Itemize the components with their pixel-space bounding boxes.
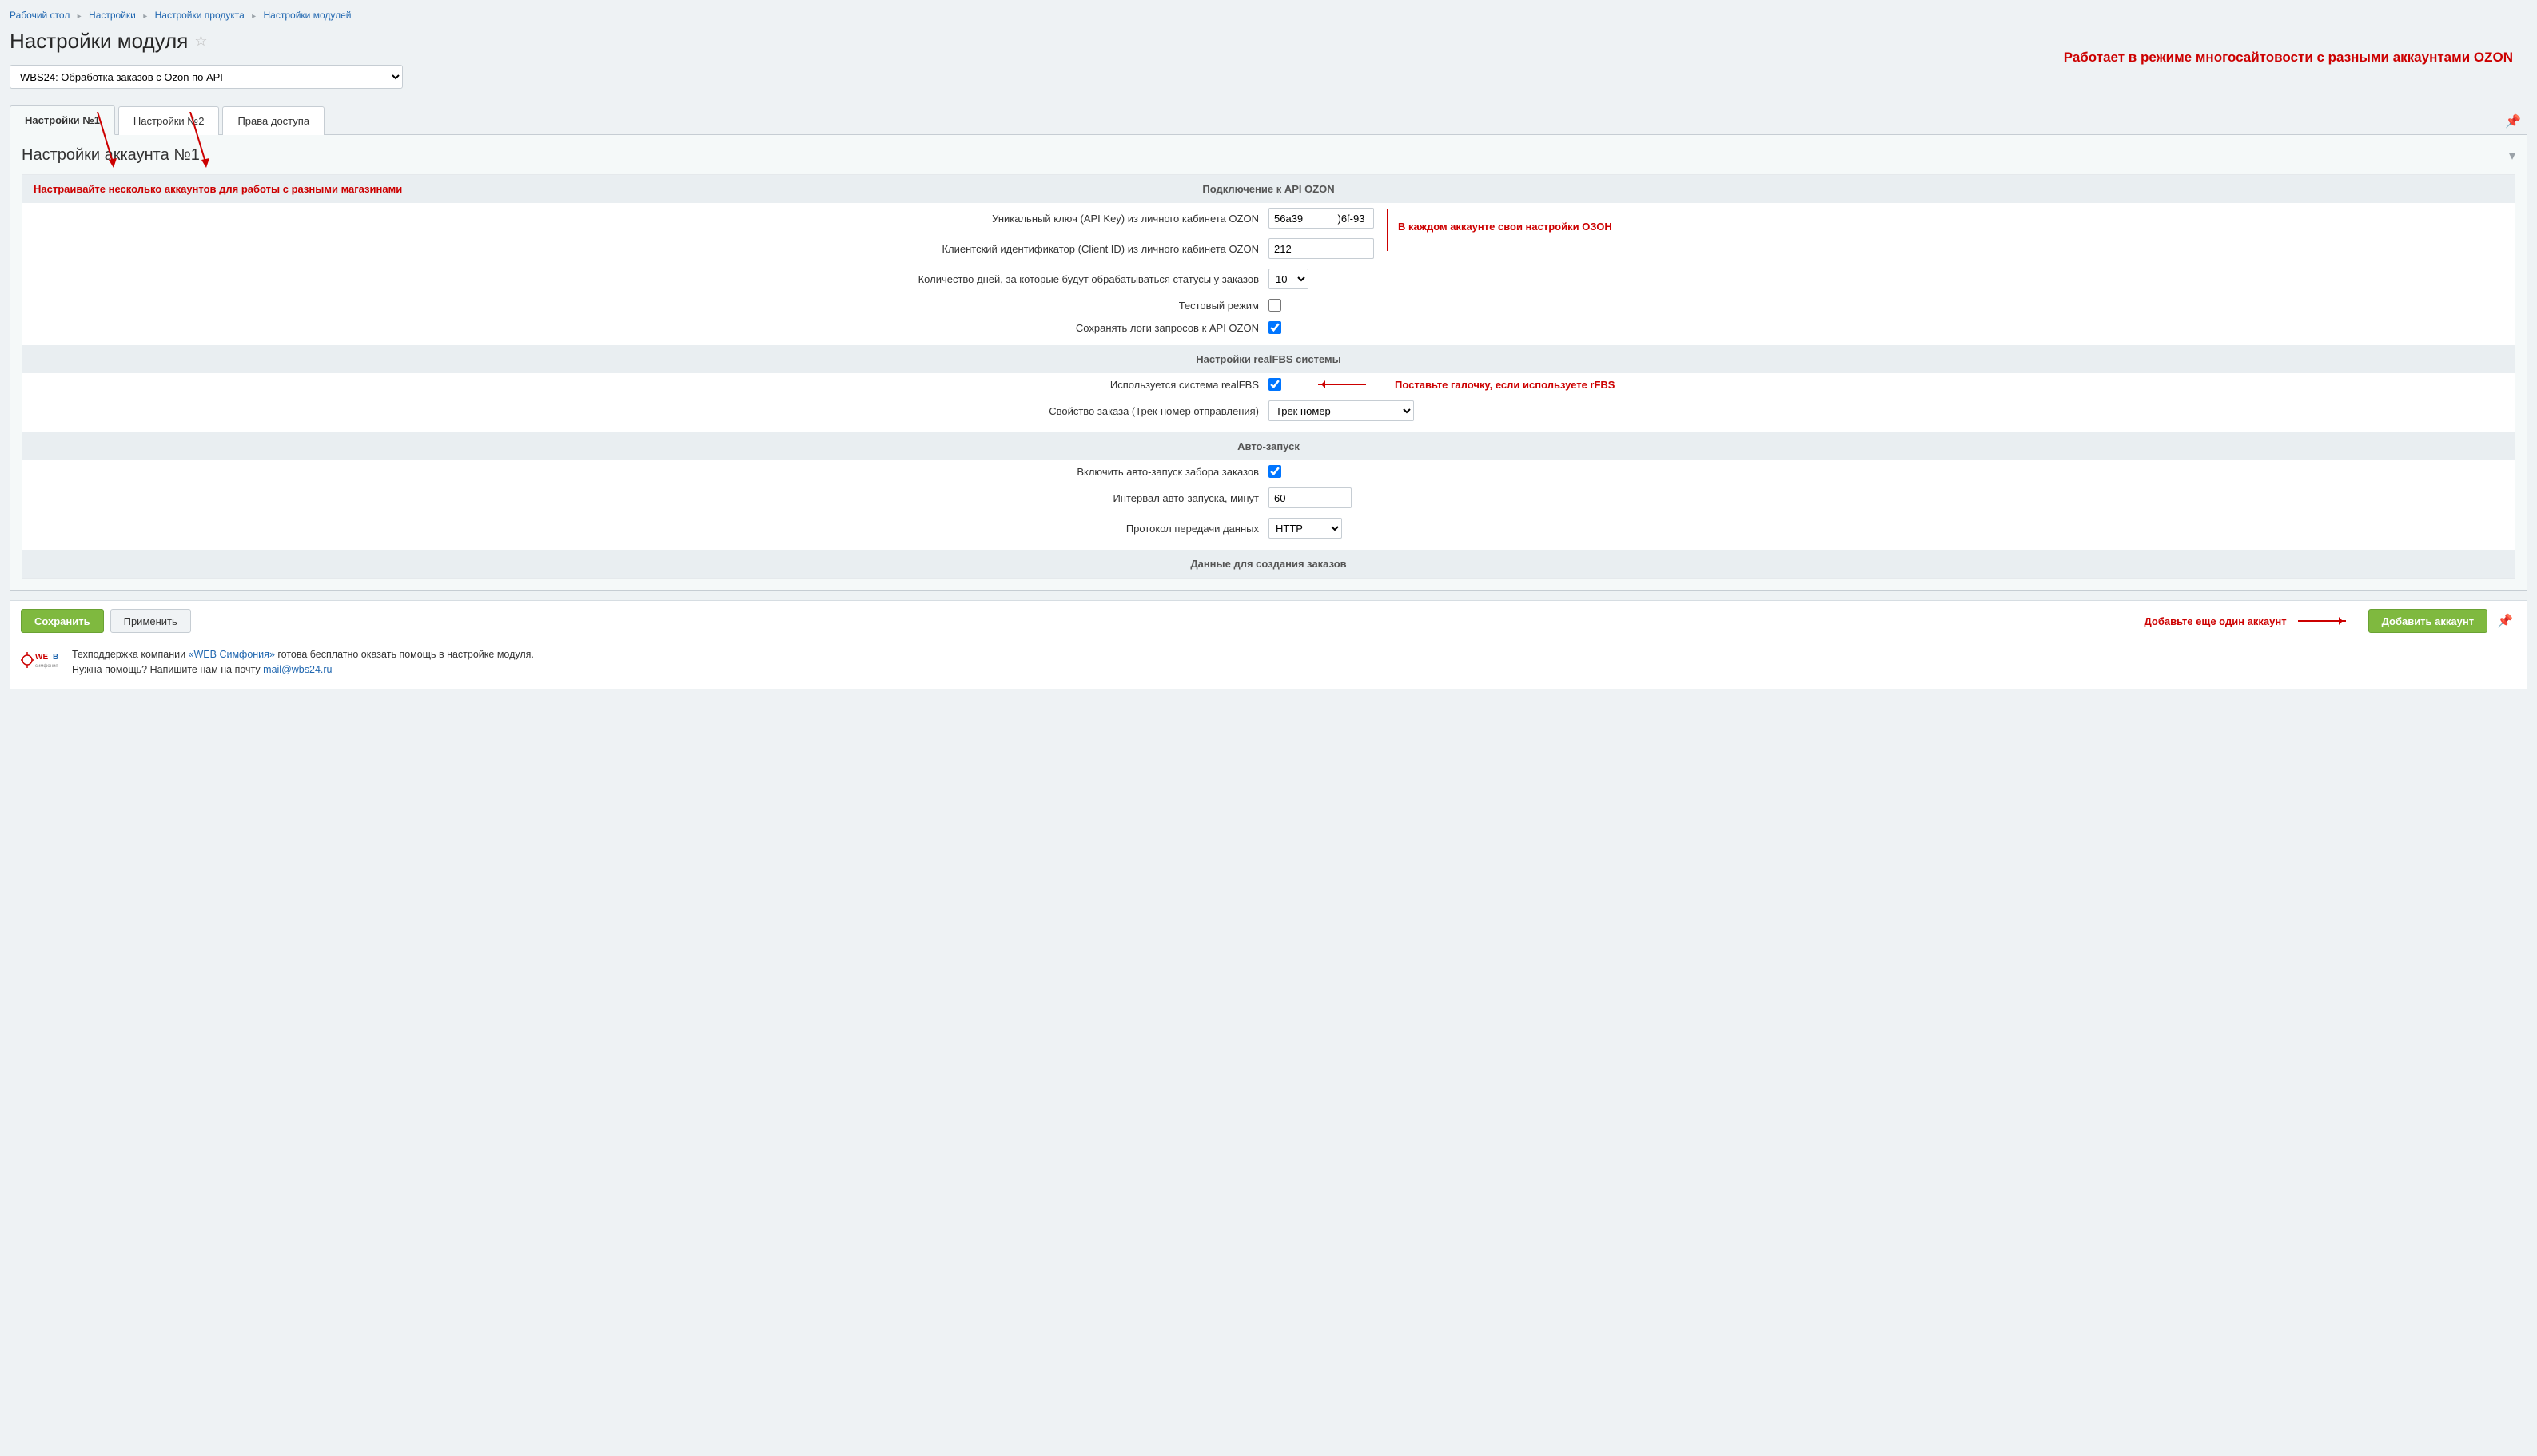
web-symphony-logo: WE B симфония xyxy=(21,647,64,670)
crumb-settings[interactable]: Настройки xyxy=(89,10,136,21)
pin-icon[interactable]: 📌 xyxy=(2494,613,2516,629)
web-symphony-link[interactable]: «WEB Симфония» xyxy=(189,649,275,660)
add-account-button[interactable]: Добавить аккаунт xyxy=(2368,609,2488,633)
days-select[interactable]: 10 xyxy=(1268,269,1308,289)
tab-settings-2[interactable]: Настройки №2 xyxy=(118,106,220,135)
use-realfbs-label: Используется система realFBS xyxy=(34,379,1268,391)
auto-interval-label: Интервал авто-запуска, минут xyxy=(34,492,1268,504)
annotation-arrow-icon xyxy=(1318,384,1366,385)
chevron-right-icon: ▸ xyxy=(143,12,147,21)
crumb-product-settings[interactable]: Настройки продукта xyxy=(155,10,245,21)
pin-icon[interactable]: 📌 xyxy=(2499,109,2527,134)
api-key-input[interactable] xyxy=(1268,208,1374,229)
logs-label: Сохранять логи запросов к API OZON xyxy=(34,322,1268,334)
support-text-1b: готова бесплатно оказать помощь в настро… xyxy=(275,649,534,660)
group-heading-auto: Авто-запуск xyxy=(22,432,2515,460)
days-label: Количество дней, за которые будут обраба… xyxy=(34,273,1268,285)
support-text-1a: Техподдержка компании xyxy=(72,649,189,660)
auto-enable-checkbox[interactable] xyxy=(1268,465,1281,478)
group-heading-api: Настраивайте несколько аккаунтов для раб… xyxy=(22,175,2515,203)
annotation-arrow-icon xyxy=(2298,620,2346,622)
protocol-label: Протокол передачи данных xyxy=(34,523,1268,535)
apply-button[interactable]: Применить xyxy=(110,609,191,633)
svg-text:B: B xyxy=(53,653,58,662)
chevron-right-icon: ▸ xyxy=(252,12,256,21)
tab-access[interactable]: Права доступа xyxy=(222,106,325,135)
breadcrumb: Рабочий стол ▸ Настройки ▸ Настройки про… xyxy=(10,6,2527,29)
test-mode-label: Тестовый режим xyxy=(34,300,1268,312)
logs-checkbox[interactable] xyxy=(1268,321,1281,334)
favorite-star-icon[interactable]: ☆ xyxy=(194,33,207,50)
collapse-icon[interactable]: ▾ xyxy=(2509,148,2515,164)
tabs-bar: Настройки №1 Настройки №2 Права доступа … xyxy=(10,105,2527,135)
auto-interval-input[interactable] xyxy=(1268,487,1352,508)
svg-text:WE: WE xyxy=(35,653,48,662)
auto-enable-label: Включить авто-запуск забора заказов xyxy=(34,466,1268,478)
protocol-select[interactable]: HTTP xyxy=(1268,518,1342,539)
test-mode-checkbox[interactable] xyxy=(1268,299,1281,312)
page-title: Настройки модуля xyxy=(10,29,188,54)
track-prop-label: Свойство заказа (Трек-номер отправления) xyxy=(34,405,1268,417)
api-key-label: Уникальный ключ (API Key) из личного каб… xyxy=(34,213,1268,225)
per-account-note: В каждом аккаунте свои настройки ОЗОН xyxy=(1398,221,1612,233)
add-account-note: Добавьте еще один аккаунт xyxy=(2144,615,2286,627)
rfbs-note: Поставьте галочку, если используете rFBS xyxy=(1395,379,1615,391)
svg-text:симфония: симфония xyxy=(35,664,58,669)
footer-bar: Сохранить Применить Добавьте еще один ак… xyxy=(10,600,2527,641)
client-id-input[interactable] xyxy=(1268,238,1374,259)
group-heading-orders: Данные для создания заказов xyxy=(22,550,2515,578)
settings-panel: Настройки аккаунта №1 ▾ Настраивайте нес… xyxy=(10,135,2527,591)
module-select[interactable]: WBS24: Обработка заказов с Ozon по API xyxy=(10,65,403,89)
support-email-link[interactable]: mail@wbs24.ru xyxy=(263,664,332,675)
use-realfbs-checkbox[interactable] xyxy=(1268,378,1281,391)
crumb-module-settings[interactable]: Настройки модулей xyxy=(264,10,352,21)
section-title: Настройки аккаунта №1 xyxy=(22,146,200,165)
support-row: WE B симфония Техподдержка компании «WEB… xyxy=(10,641,2527,689)
support-text-2a: Нужна помощь? Напишите нам на почту xyxy=(72,664,263,675)
multisite-banner: Работает в режиме многосайтовости с разн… xyxy=(2064,50,2513,66)
chevron-right-icon: ▸ xyxy=(78,12,82,21)
crumb-desktop[interactable]: Рабочий стол xyxy=(10,10,70,21)
group-heading-realfbs: Настройки realFBS системы xyxy=(22,345,2515,373)
client-id-label: Клиентский идентификатор (Client ID) из … xyxy=(34,243,1268,255)
tab-settings-1[interactable]: Настройки №1 xyxy=(10,105,115,135)
track-prop-select[interactable]: Трек номер xyxy=(1268,400,1414,421)
save-button[interactable]: Сохранить xyxy=(21,609,104,633)
multi-accounts-note: Настраивайте несколько аккаунтов для раб… xyxy=(34,183,402,195)
